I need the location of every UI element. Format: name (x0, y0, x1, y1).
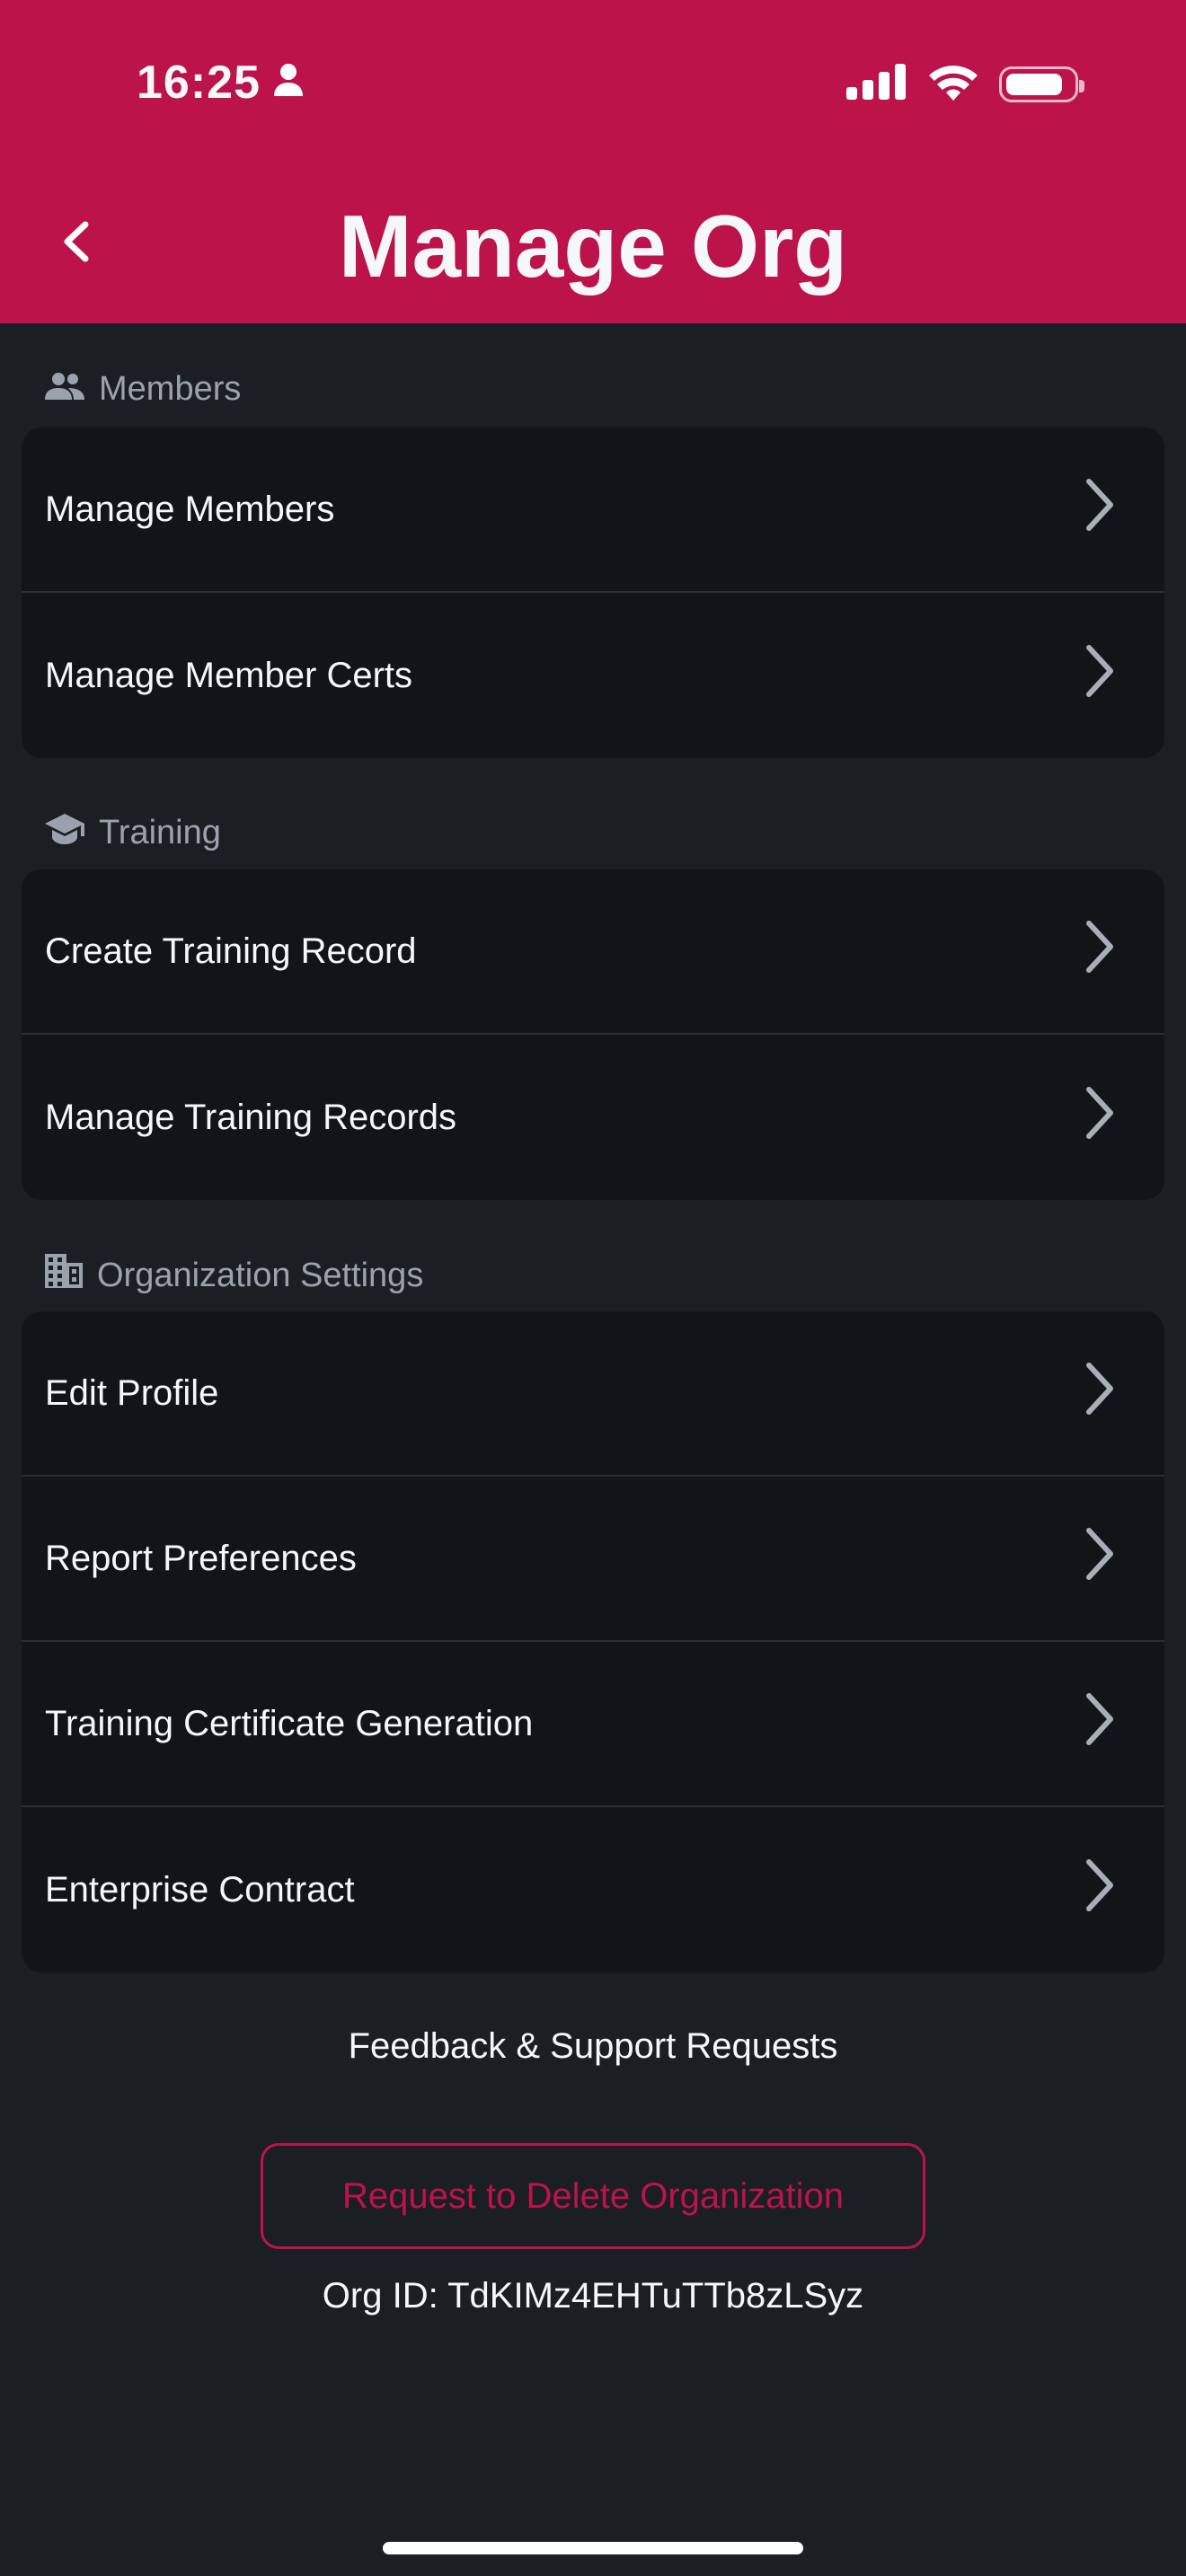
org-id-text: Org ID: TdKIMz4EHTuTTb8zLSyz (322, 2276, 864, 2316)
section-label-text: Members (99, 370, 242, 408)
chevron-right-icon (1082, 478, 1118, 541)
home-indicator[interactable] (383, 2542, 803, 2554)
graduation-cap-icon (45, 812, 84, 853)
menu-item-label: Edit Profile (45, 1372, 219, 1413)
chevron-right-icon (1082, 920, 1118, 983)
menu-item-label: Report Preferences (45, 1538, 357, 1578)
status-bar: 16:25 (0, 0, 1186, 180)
battery-icon (999, 66, 1084, 102)
feedback-support-link[interactable]: Feedback & Support Requests (0, 2026, 1186, 2067)
chevron-right-icon (1082, 1692, 1118, 1755)
menu-item-create-training-record[interactable]: Create Training Record (22, 869, 1164, 1035)
page-title: Manage Org (338, 197, 848, 296)
chevron-right-icon (1082, 1086, 1118, 1149)
menu-item-label: Manage Training Records (45, 1097, 457, 1137)
chevron-right-icon (1082, 1362, 1118, 1425)
wifi-icon (927, 63, 979, 105)
battery-level (1006, 73, 1062, 95)
organization-settings-card: Edit Profile Report Preferences Training… (22, 1311, 1164, 1972)
section-header-organization-settings: Organization Settings (45, 1254, 423, 1297)
app-header: 16:25 Manage Org (0, 0, 1186, 323)
training-card: Create Training Record Manage Training R… (22, 869, 1164, 1200)
status-time-text: 16:25 (137, 57, 261, 109)
menu-item-edit-profile[interactable]: Edit Profile (22, 1311, 1164, 1477)
section-header-training: Training (45, 812, 221, 853)
status-icons (846, 63, 1084, 105)
menu-item-enterprise-contract[interactable]: Enterprise Contract (22, 1807, 1164, 1972)
menu-item-label: Manage Members (45, 489, 335, 529)
menu-item-training-certificate-generation[interactable]: Training Certificate Generation (22, 1642, 1164, 1807)
signal-icon (846, 64, 907, 104)
delete-organization-button[interactable]: Request to Delete Organization (261, 2143, 925, 2249)
status-time: 16:25 (137, 56, 304, 110)
people-icon (45, 370, 84, 409)
menu-item-manage-member-certs[interactable]: Manage Member Certs (22, 593, 1164, 758)
menu-item-label: Training Certificate Generation (45, 1703, 534, 1743)
section-label-text: Organization Settings (97, 1256, 424, 1294)
person-icon (273, 56, 304, 110)
members-card: Manage Members Manage Member Certs (22, 428, 1164, 758)
building-icon (45, 1254, 83, 1297)
menu-item-label: Enterprise Contract (45, 1869, 355, 1910)
chevron-right-icon (1082, 644, 1118, 707)
section-header-members: Members (45, 370, 241, 409)
menu-item-label: Create Training Record (45, 931, 417, 971)
chevron-right-icon (1082, 1527, 1118, 1590)
chevron-right-icon (1082, 1858, 1118, 1921)
menu-item-report-preferences[interactable]: Report Preferences (22, 1477, 1164, 1642)
section-label-text: Training (99, 813, 221, 851)
menu-item-manage-members[interactable]: Manage Members (22, 428, 1164, 593)
menu-item-label: Manage Member Certs (45, 655, 413, 695)
menu-item-manage-training-records[interactable]: Manage Training Records (22, 1035, 1164, 1200)
